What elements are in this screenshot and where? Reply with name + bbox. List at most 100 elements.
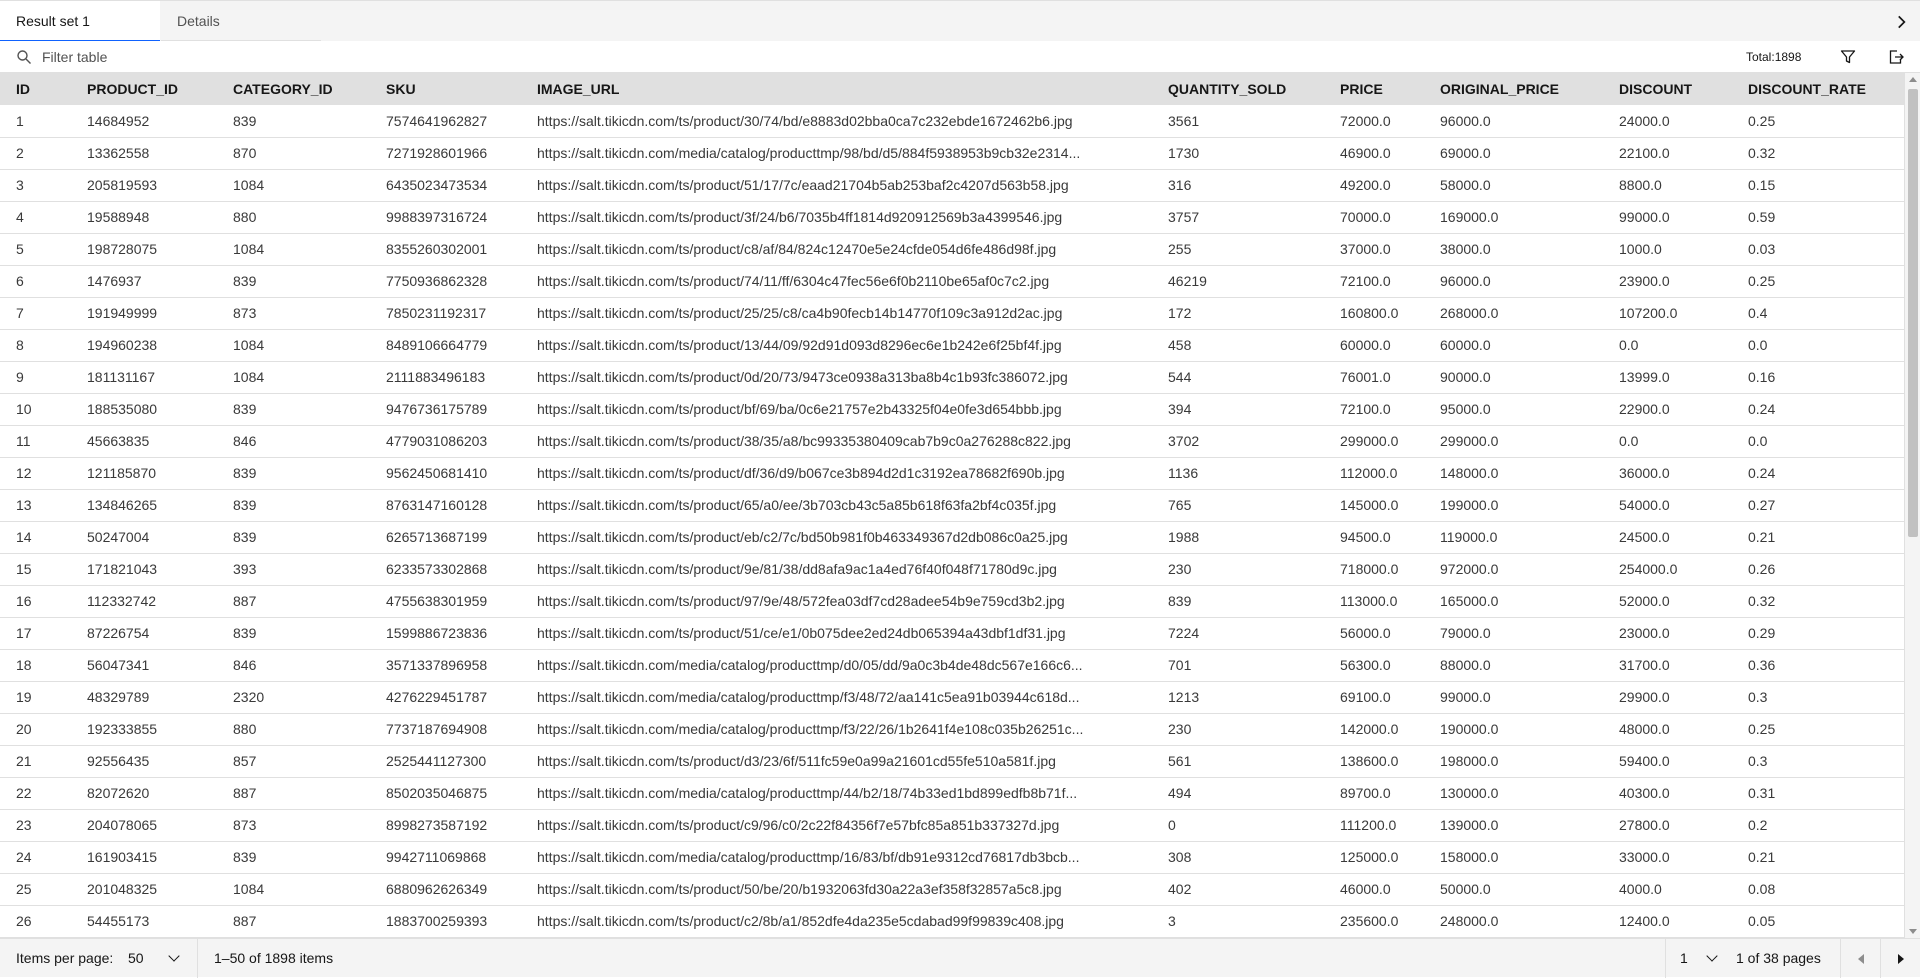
table-row[interactable]: 26 54455173 887 1883700259393 https://salt.t… [0, 905, 1904, 938]
cell-category-id: 1084 [217, 329, 370, 362]
cell-category-id: 870 [217, 137, 370, 170]
column-header-quantity-sold[interactable]: QUANTITY_SOLD [1152, 73, 1324, 105]
table-row[interactable]: 2 13362558 870 7271928601966 https://salt.ti… [0, 137, 1904, 170]
column-header-original-price[interactable]: ORIGINAL_PRICE [1424, 73, 1603, 105]
column-header-id[interactable]: ID [0, 73, 71, 105]
column-header-discount-rate[interactable]: DISCOUNT_RATE [1732, 73, 1904, 105]
cell-category-id: 1084 [217, 873, 370, 906]
scroll-down-arrow-icon[interactable] [1909, 929, 1917, 934]
items-per-page-select[interactable]: 50 [128, 939, 196, 978]
tab-result-set-1[interactable]: Result set 1 [0, 1, 160, 42]
cell-product-id: 50247004 [71, 521, 217, 554]
table-row[interactable]: 19 48329789 2320 4276229451787 https://salt.… [0, 681, 1904, 714]
page-select[interactable]: 1 [1680, 939, 1730, 978]
cell-discount: 54000.0 [1603, 489, 1732, 522]
column-header-category-id[interactable]: CATEGORY_ID [217, 73, 370, 105]
cell-discount: 1000.0 [1603, 233, 1732, 266]
table-row[interactable]: 25 201048325 1084 6880962626349 https://salt… [0, 873, 1904, 906]
cell-image-url: https://salt.tikicdn.com/ts/product/0d/2… [521, 361, 1152, 394]
chevron-down-icon [168, 950, 180, 962]
scroll-up-arrow-icon[interactable] [1909, 77, 1917, 82]
table-row[interactable]: 17 87226754 839 1599886723836 https://salt.t… [0, 617, 1904, 650]
scrollbar-thumb[interactable] [1908, 89, 1918, 537]
cell-image-url: https://salt.tikicdn.com/ts/product/74/1… [521, 265, 1152, 298]
table-row[interactable]: 12 121185870 839 9562450681410 https://salt.… [0, 457, 1904, 490]
table-row[interactable]: 5 198728075 1084 8355260302001 https://salt.… [0, 233, 1904, 266]
filter-table-input[interactable] [40, 43, 540, 71]
table-row[interactable]: 18 56047341 846 3571337896958 https://salt.t… [0, 649, 1904, 682]
table-row[interactable]: 10 188535080 839 9476736175789 https://salt.… [0, 393, 1904, 426]
table-row[interactable]: 16 112332742 887 4755638301959 https://salt.… [0, 585, 1904, 618]
cell-id: 18 [0, 649, 71, 682]
table-row[interactable]: 11 45663835 846 4779031086203 https://salt.t… [0, 425, 1904, 458]
cell-quantity-sold: 561 [1152, 745, 1324, 778]
filter-button[interactable] [1828, 41, 1868, 73]
table-row[interactable]: 1 14684952 839 7574641962827 https://salt.ti… [0, 105, 1904, 138]
cell-category-id: 873 [217, 297, 370, 330]
tab-details[interactable]: Details [161, 1, 321, 42]
cell-image-url: https://salt.tikicdn.com/ts/product/51/c… [521, 617, 1152, 650]
table-row[interactable]: 9 181131167 1084 2111883496183 https://salt.… [0, 361, 1904, 394]
cell-discount: 48000.0 [1603, 713, 1732, 746]
cell-product-id: 45663835 [71, 425, 217, 458]
result-table: ID PRODUCT_ID CATEGORY_ID SKU IMAGE_URL … [0, 73, 1904, 938]
cell-quantity-sold: 701 [1152, 649, 1324, 682]
table-row[interactable]: 22 82072620 887 8502035046875 https://salt.t… [0, 777, 1904, 810]
table-row[interactable]: 8 194960238 1084 8489106664779 https://salt.… [0, 329, 1904, 362]
previous-page-button[interactable] [1841, 939, 1880, 978]
pager-divider [1665, 939, 1666, 978]
cell-sku: 2525441127300 [370, 745, 521, 778]
table-row[interactable]: 23 204078065 873 8998273587192 https://salt.… [0, 809, 1904, 842]
cell-discount: 59400.0 [1603, 745, 1732, 778]
cell-quantity-sold: 172 [1152, 297, 1324, 330]
export-button[interactable] [1876, 41, 1916, 73]
cell-product-id: 192333855 [71, 713, 217, 746]
table-row[interactable]: 15 171821043 393 6233573302868 https://salt.… [0, 553, 1904, 586]
cell-discount: 24000.0 [1603, 105, 1732, 138]
column-header-sku[interactable]: SKU [370, 73, 521, 105]
table-row[interactable]: 24 161903415 839 9942711069868 https://salt.… [0, 841, 1904, 874]
cell-price: 138600.0 [1324, 745, 1424, 778]
cell-category-id: 846 [217, 425, 370, 458]
cell-category-id: 880 [217, 713, 370, 746]
vertical-scrollbar[interactable] [1904, 73, 1920, 938]
chevron-right-icon[interactable] [1892, 13, 1910, 31]
table-row[interactable]: 3 205819593 1084 6435023473534 https://salt.… [0, 169, 1904, 202]
column-header-image-url[interactable]: IMAGE_URL [521, 73, 1152, 105]
table-row[interactable]: 20 192333855 880 7737187694908 https://salt.… [0, 713, 1904, 746]
column-header-product-id[interactable]: PRODUCT_ID [71, 73, 217, 105]
cell-discount-rate: 0.21 [1732, 521, 1904, 554]
cell-original-price: 88000.0 [1424, 649, 1603, 682]
cell-image-url: https://salt.tikicdn.com/media/catalog/p… [521, 841, 1152, 874]
cell-image-url: https://salt.tikicdn.com/ts/product/50/b… [521, 873, 1152, 906]
cell-original-price: 69000.0 [1424, 137, 1603, 170]
cell-quantity-sold: 3561 [1152, 105, 1324, 138]
table-row[interactable]: 21 92556435 857 2525441127300 https://salt.t… [0, 745, 1904, 778]
table-row[interactable]: 13 134846265 839 8763147160128 https://salt.… [0, 489, 1904, 522]
table-row[interactable]: 7 191949999 873 7850231192317 https://salt.t… [0, 297, 1904, 330]
cell-price: 94500.0 [1324, 521, 1424, 554]
cell-discount-rate: 0.31 [1732, 777, 1904, 810]
column-header-discount[interactable]: DISCOUNT [1603, 73, 1732, 105]
cell-discount: 107200.0 [1603, 297, 1732, 330]
cell-original-price: 50000.0 [1424, 873, 1603, 906]
cell-discount-rate: 0.25 [1732, 105, 1904, 138]
cell-price: 60000.0 [1324, 329, 1424, 362]
cell-category-id: 839 [217, 457, 370, 490]
next-page-button[interactable] [1881, 939, 1920, 978]
table-body: 1 14684952 839 7574641962827 https://salt.ti… [0, 105, 1904, 938]
cell-image-url: https://salt.tikicdn.com/ts/product/c9/9… [521, 809, 1152, 842]
cell-image-url: https://salt.tikicdn.com/ts/product/bf/6… [521, 393, 1152, 426]
cell-original-price: 158000.0 [1424, 841, 1603, 874]
table-row[interactable]: 6 1476937 839 7750936862328 https://salt.tik… [0, 265, 1904, 298]
cell-id: 7 [0, 297, 71, 330]
column-header-price[interactable]: PRICE [1324, 73, 1424, 105]
cell-quantity-sold: 765 [1152, 489, 1324, 522]
cell-sku: 8998273587192 [370, 809, 521, 842]
cell-product-id: 87226754 [71, 617, 217, 650]
table-row[interactable]: 4 19588948 880 9988397316724 https://salt.ti… [0, 201, 1904, 234]
cell-id: 2 [0, 137, 71, 170]
cell-category-id: 873 [217, 809, 370, 842]
table-row[interactable]: 14 50247004 839 6265713687199 https://salt.t… [0, 521, 1904, 554]
cell-sku: 6435023473534 [370, 169, 521, 202]
